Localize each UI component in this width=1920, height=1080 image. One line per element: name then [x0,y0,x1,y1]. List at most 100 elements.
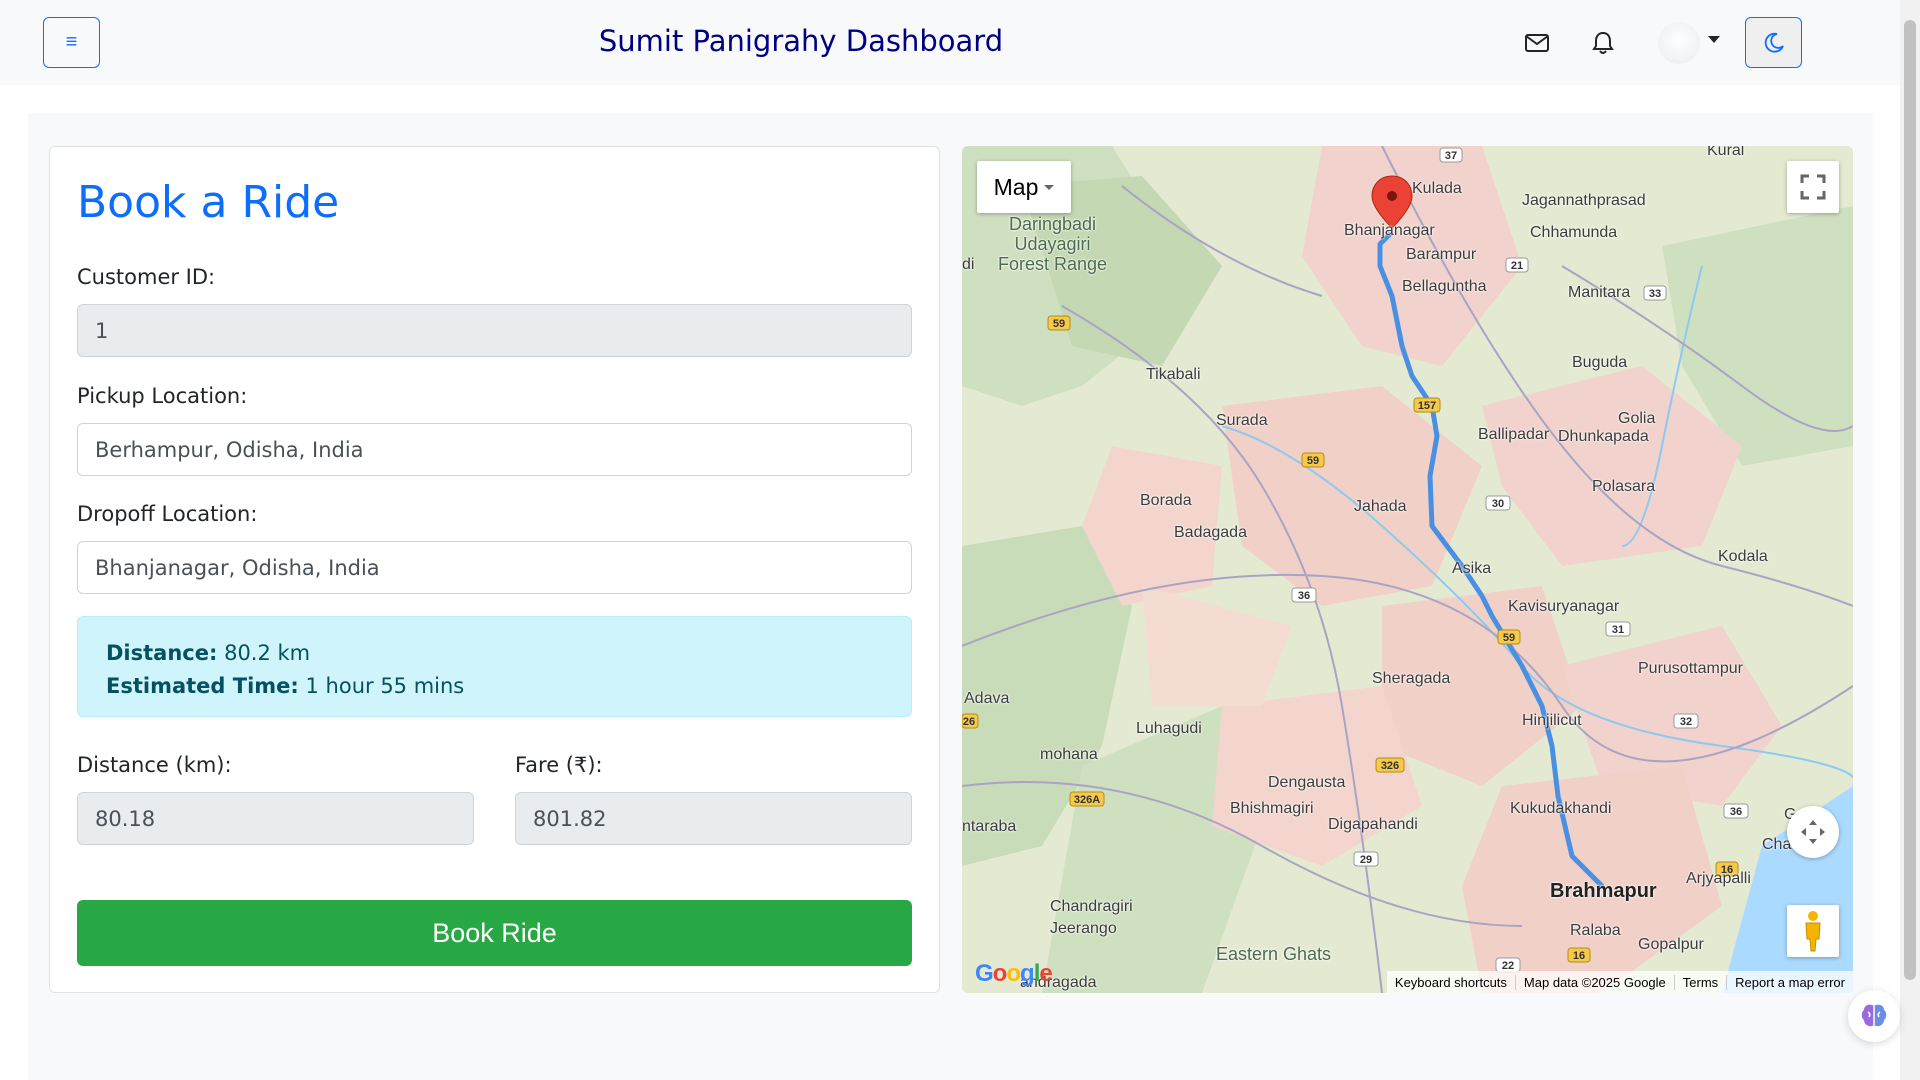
assistant-button[interactable] [1848,990,1900,1042]
place-label: Kural [1707,146,1745,159]
card-title: Book a Ride [77,177,340,228]
place-label: Badagada [1174,524,1247,541]
route-info-alert: Distance: 80.2 km Estimated Time: 1 hour… [77,616,912,717]
place-label: Jagannathprasad [1522,192,1646,209]
svg-text:59: 59 [1307,455,1319,467]
place-label-brahmapur: Brahmapur [1550,880,1657,902]
place-label: mohana [1040,746,1098,763]
place-label: Ballipadar [1478,426,1550,443]
place-label: Daringbadi Udayagiri Forest Range [998,214,1108,274]
chevron-down-icon [1708,35,1720,43]
place-label: ntaraba [962,818,1017,835]
svg-text:36: 36 [1298,590,1310,602]
place-label: di [962,256,975,273]
scrollbar-thumb[interactable] [1904,20,1916,980]
place-label: Kukudakhandi [1510,800,1612,817]
google-logo: Google [975,960,1053,987]
mail-icon[interactable] [1522,28,1552,58]
bell-icon[interactable] [1588,28,1618,58]
fullscreen-icon [1800,174,1826,200]
map-footer: Keyboard shortcuts Map data ©2025 Google… [1386,971,1853,993]
svg-text:26: 26 [963,716,975,728]
map-type-label: Map [993,173,1039,200]
place-label: Ralaba [1570,922,1621,939]
camera-control-button[interactable] [1787,806,1839,858]
chevron-down-icon [1044,184,1055,190]
time-info: Estimated Time: 1 hour 55 mins [106,674,465,698]
place-label: Bhishmagiri [1230,800,1314,817]
place-label: Tikabali [1146,366,1201,383]
svg-text:30: 30 [1492,498,1504,510]
keyboard-shortcuts-link[interactable]: Keyboard shortcuts [1387,974,1516,990]
place-label: Chandragiri [1050,898,1133,915]
distance-km-label: Distance (km): [77,753,232,777]
map-data-text: Map data ©2025 Google [1516,974,1675,990]
fare-label: Fare (₹): [515,753,603,777]
fullscreen-button[interactable] [1787,161,1839,213]
place-label: Buguda [1572,354,1628,371]
customer-id-label: Customer ID: [77,265,216,289]
terms-link[interactable]: Terms [1675,974,1728,990]
book-ride-button[interactable]: Book Ride [77,900,912,966]
pickup-value: Berhampur, Odisha, India [95,437,364,462]
svg-text:33: 33 [1649,288,1661,300]
distance-km-value: 80.18 [95,806,156,831]
user-menu-dropdown[interactable] [1658,22,1722,64]
brain-icon [1861,1004,1887,1027]
place-label: Dhunkapada [1558,428,1649,445]
fare-field[interactable]: 801.82 [515,792,912,845]
place-label: Arjyapalli [1686,870,1751,887]
dropoff-label: Dropoff Location: [77,502,258,526]
pickup-label: Pickup Location: [77,384,248,408]
svg-text:59: 59 [1053,318,1065,330]
place-label: Jeerango [1050,920,1117,937]
top-navbar: ≡ Sumit Panigrahy Dashboard [0,0,1900,85]
svg-text:36: 36 [1730,806,1742,818]
moon-icon [1764,32,1784,53]
svg-text:16: 16 [1573,950,1585,962]
street-view-button[interactable] [1787,905,1839,957]
booking-card: Book a Ride Customer ID: 1 Pickup Locati… [49,146,940,993]
place-label: Manitara [1568,284,1631,301]
place-label: Chhamunda [1530,224,1618,241]
place-label: Purusottampur [1638,660,1743,677]
place-label: Sheragada [1372,670,1451,687]
svg-text:31: 31 [1612,624,1624,636]
svg-text:21: 21 [1511,260,1523,272]
place-label: Polasara [1592,478,1656,495]
place-label: Digapahandi [1328,816,1418,833]
place-label: Bhanjanagar [1344,222,1435,239]
map-type-button[interactable]: Map [977,161,1071,213]
customer-id-field[interactable]: 1 [77,304,912,357]
place-label: Gopalpur [1638,936,1704,953]
svg-text:157: 157 [1418,400,1436,412]
place-label: Kodala [1718,548,1768,565]
theme-toggle-button[interactable] [1745,17,1802,68]
place-label: Kavisuryanagar [1508,598,1620,615]
svg-text:32: 32 [1680,716,1692,728]
move-icon [1801,820,1825,844]
svg-text:326A: 326A [1074,794,1100,806]
avatar [1658,22,1700,64]
place-label: Kulada [1412,180,1462,197]
place-label: Surada [1216,412,1268,429]
place-label: Eastern Ghats [1216,944,1332,964]
svg-text:326: 326 [1381,760,1399,772]
distance-km-field[interactable]: 80.18 [77,792,474,845]
distance-info: Distance: 80.2 km [106,641,311,665]
svg-text:59: 59 [1503,632,1515,644]
place-label: Barampur [1406,246,1477,263]
place-label: Borada [1140,492,1192,509]
page-title: Sumit Panigrahy Dashboard [598,24,1004,58]
place-label: Hinjilicut [1522,712,1582,729]
svg-text:37: 37 [1445,150,1457,162]
route-map[interactable]: 37 21 33 59 157 59 30 36 59 31 32 326 32… [962,146,1853,993]
pickup-location-input[interactable]: Berhampur, Odisha, India [77,423,912,476]
place-label: Dengausta [1268,774,1346,791]
fare-value: 801.82 [533,806,607,831]
place-label: Luhagudi [1136,720,1202,737]
report-error-link[interactable]: Report a map error [1727,975,1853,990]
place-label: Bellaguntha [1402,278,1487,295]
dropoff-location-input[interactable]: Bhanjanagar, Odisha, India [77,541,912,594]
place-label: Golia [1618,410,1656,427]
